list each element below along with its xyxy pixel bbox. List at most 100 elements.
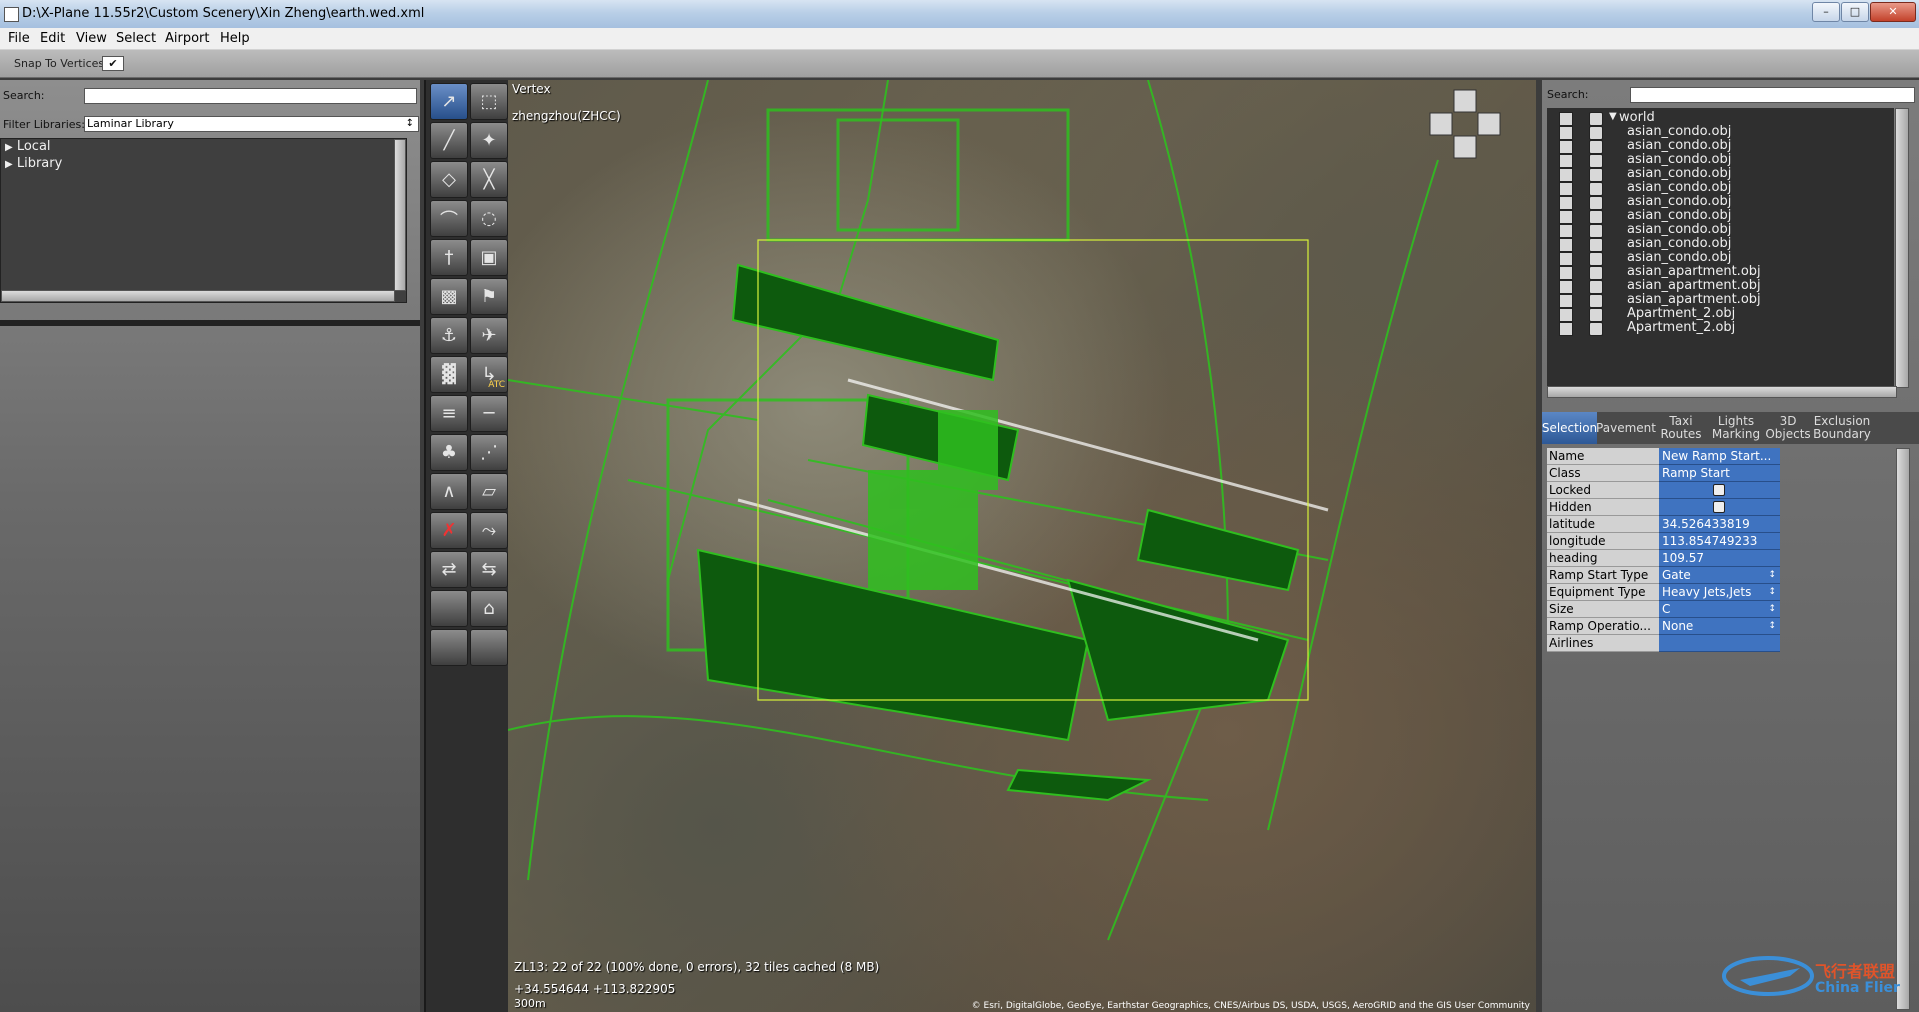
empty-tool-2-tool-button[interactable] bbox=[430, 629, 468, 666]
runway-tool-button[interactable]: ╱ bbox=[430, 122, 468, 159]
hierarchy-item-label: asian_condo.obj bbox=[1627, 208, 1732, 223]
property-value-field[interactable]: Gate ↕ bbox=[1659, 567, 1780, 584]
draped-polygon-tool-button[interactable]: ▱ bbox=[470, 473, 508, 510]
tab-taxi-routes[interactable]: Taxi Routes bbox=[1655, 412, 1707, 444]
taxiway-tool-button[interactable]: ◇ bbox=[430, 161, 468, 198]
property-value-field[interactable]: C ↕ bbox=[1659, 601, 1780, 618]
marquee-tool-button[interactable]: ⬚ bbox=[470, 83, 508, 120]
library-horizontal-scrollbar[interactable] bbox=[1, 290, 395, 302]
line-tool-button[interactable]: ─ bbox=[470, 395, 508, 432]
maximize-button[interactable]: □ bbox=[1841, 2, 1869, 22]
property-value-field[interactable] bbox=[1659, 635, 1780, 652]
tab-selection[interactable]: Selection bbox=[1542, 412, 1597, 444]
windsock-tool-button[interactable]: ⚑ bbox=[470, 278, 508, 315]
dropdown-arrow-icon[interactable]: ↕ bbox=[1768, 584, 1776, 600]
empty-tool-tool-button[interactable] bbox=[430, 590, 468, 627]
menu-select[interactable]: Select bbox=[116, 31, 156, 46]
filter-libraries-select[interactable]: Laminar Library ↕ bbox=[84, 116, 419, 132]
taxi-route-tool-button[interactable]: ⇄ bbox=[430, 551, 468, 588]
hierarchy-tree: ▼ world asian_condo.obj asian_condo.obj asia… bbox=[1547, 108, 1894, 388]
property-value-field[interactable] bbox=[1659, 499, 1780, 516]
sign-icon: ▣ bbox=[480, 247, 498, 268]
tab-pavement[interactable]: Pavement bbox=[1596, 412, 1656, 444]
tree-tool-button[interactable]: ♣ bbox=[430, 434, 468, 471]
empty-tool-3-tool-button[interactable] bbox=[470, 629, 508, 666]
autogen-icon: ⌂ bbox=[483, 598, 495, 619]
property-value-field[interactable]: 34.526433819 bbox=[1659, 516, 1780, 533]
taxiline-tool-button[interactable]: ⌒ bbox=[430, 200, 468, 237]
property-value-field[interactable]: 109.57 bbox=[1659, 550, 1780, 567]
property-key: longitude bbox=[1547, 533, 1659, 550]
property-value-field[interactable]: None ↕ bbox=[1659, 618, 1780, 635]
select-arrow-tool-button[interactable]: ↗ bbox=[430, 83, 468, 120]
properties-panel: Search: ▼ world asian_condo.obj asian_condo… bbox=[1542, 80, 1919, 1012]
ramp-start-tool-button[interactable]: ✈ bbox=[470, 317, 508, 354]
tab-lights-marking[interactable]: Lights Marking bbox=[1708, 412, 1764, 444]
menu-edit[interactable]: Edit bbox=[40, 31, 65, 46]
tab-exclusion-boundary[interactable]: Exclusion Boundary bbox=[1812, 412, 1872, 444]
autogen-tool-button[interactable]: ⌂ bbox=[470, 590, 508, 627]
library-vertical-scrollbar[interactable] bbox=[394, 139, 406, 291]
property-value-field[interactable] bbox=[1659, 482, 1780, 499]
map-pan-left-button bbox=[1429, 112, 1453, 136]
object-tool-button[interactable]: ▩ bbox=[430, 278, 468, 315]
close-button[interactable]: ✕ bbox=[1870, 2, 1916, 22]
taxi-route-icon: ⇄ bbox=[441, 559, 457, 580]
polygon-line-tool-button[interactable]: ∧ bbox=[430, 473, 468, 510]
hierarchy-row[interactable]: Apartment_2.obj bbox=[1547, 320, 1894, 337]
tree-item-library[interactable]: ▶ Library bbox=[5, 156, 62, 171]
lock-icon[interactable] bbox=[1713, 484, 1725, 496]
menu-help[interactable]: Help bbox=[220, 31, 250, 46]
eye-icon[interactable] bbox=[1713, 501, 1725, 513]
tab-3d-objects[interactable]: 3D Objects bbox=[1765, 412, 1811, 444]
map-view[interactable]: Vertex zhengzhou(ZHCC) ZL13: 22 of 22 (1… bbox=[508, 80, 1536, 1012]
menu-view[interactable]: View bbox=[76, 31, 107, 46]
exclusion-tool-button[interactable]: ✗ bbox=[430, 512, 468, 549]
sign-tool-button[interactable]: ▣ bbox=[470, 239, 508, 276]
dropdown-arrow-icon[interactable]: ↕ bbox=[1768, 567, 1776, 583]
taxiline-icon: ⌒ bbox=[440, 209, 458, 231]
property-value-field[interactable]: Ramp Start bbox=[1659, 465, 1780, 482]
library-search-input[interactable] bbox=[84, 88, 417, 104]
lock-toggle-icon[interactable] bbox=[1559, 322, 1573, 336]
light-tool-button[interactable]: † bbox=[430, 239, 468, 276]
dropdown-arrow-icon[interactable]: ↕ bbox=[1768, 618, 1776, 634]
hierarchy-vertical-scrollbar[interactable] bbox=[1895, 108, 1909, 388]
grass-polygon bbox=[1136, 508, 1300, 592]
string-tool-button[interactable]: ⋰ bbox=[470, 434, 508, 471]
boundary-tool-button[interactable]: ◌ bbox=[470, 200, 508, 237]
minimize-button[interactable]: – bbox=[1812, 2, 1840, 22]
menu-airport[interactable]: Airport bbox=[165, 31, 210, 46]
imagery-attribution: © Esri, DigitalGlobe, GeoEye, Earthstar … bbox=[971, 1001, 1530, 1011]
tower-beacon-tool-button[interactable]: ⚓ bbox=[430, 317, 468, 354]
property-value-field[interactable]: 113.854749233 bbox=[1659, 533, 1780, 550]
menu-bar: File Edit View Select Airport Help bbox=[0, 28, 1919, 50]
hierarchy-search-input[interactable] bbox=[1630, 87, 1915, 103]
tree-item-local[interactable]: ▶ Local bbox=[5, 139, 51, 154]
traffic-tool-button[interactable]: ⇆ bbox=[470, 551, 508, 588]
property-value-field[interactable]: Heavy Jets,Jets ↕ bbox=[1659, 584, 1780, 601]
road-icon: ⤳ bbox=[481, 520, 497, 541]
helipad-tool-button[interactable]: ✦ bbox=[470, 122, 508, 159]
facade-tool-button[interactable]: ▓ bbox=[430, 356, 468, 393]
property-row: Ramp Operatio... None ↕ bbox=[1547, 618, 1780, 635]
properties-vertical-scrollbar[interactable] bbox=[1896, 448, 1910, 1010]
sealane-tool-button[interactable]: ╳ bbox=[470, 161, 508, 198]
menu-file[interactable]: File bbox=[8, 31, 30, 46]
snap-to-vertices-checkbox[interactable]: ✔ bbox=[102, 56, 124, 71]
dropdown-arrow-icon[interactable]: ↕ bbox=[1768, 601, 1776, 617]
property-key: Locked bbox=[1547, 482, 1659, 499]
expand-arrow-icon[interactable]: ▶ bbox=[5, 159, 13, 170]
road-tool-button[interactable]: ⤳ bbox=[470, 512, 508, 549]
expand-arrow-icon[interactable]: ▶ bbox=[5, 142, 13, 153]
forest-tool-button[interactable]: ≡ bbox=[430, 395, 468, 432]
property-row: Hidden bbox=[1547, 499, 1780, 516]
watermark-logo: 飞行者联盟 China Flier bbox=[1720, 940, 1915, 1010]
collapse-arrow-icon[interactable]: ▼ bbox=[1609, 111, 1617, 122]
atc-tool-button[interactable]: ↳ ATC bbox=[470, 356, 508, 393]
dropdown-arrow-icon: ↕ bbox=[405, 118, 414, 129]
property-value-field[interactable]: New Ramp Start... bbox=[1659, 448, 1780, 465]
hierarchy-horizontal-scrollbar[interactable] bbox=[1547, 386, 1897, 398]
visibility-toggle-icon[interactable] bbox=[1589, 322, 1603, 336]
panel-splitter[interactable] bbox=[0, 320, 420, 326]
